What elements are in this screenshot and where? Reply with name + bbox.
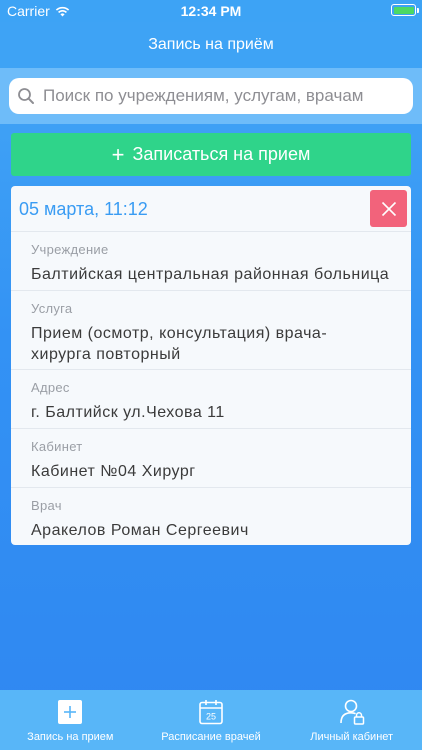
field-value: Балтийская центральная районная больница [31, 266, 390, 283]
field-label: Адрес [31, 380, 70, 395]
status-bar: Carrier 12:34 PM [0, 0, 422, 22]
tab-personal-account[interactable]: Личный кабинет [281, 690, 422, 750]
user-lock-icon [339, 699, 364, 725]
tab-bar: Запись на прием 25 Расписание врачей Лич… [0, 690, 422, 750]
page-title: Запись на приём [148, 36, 274, 53]
field-label: Услуга [31, 301, 73, 316]
plus-icon: + [111, 141, 125, 167]
appointment-date: 05 марта, 11:12 [19, 199, 148, 219]
field-value: Прием (осмотр, консультация) врача-хирур… [31, 325, 328, 363]
status-time: 12:34 PM [180, 3, 242, 19]
search-icon [18, 88, 34, 104]
field-address: Адрес г. Балтийск ул.Чехова 11 [11, 370, 411, 429]
search-field[interactable] [9, 78, 413, 114]
appointment-card: 05 марта, 11:12 Учреждение Балтийская це… [11, 186, 411, 545]
battery-icon [391, 4, 419, 16]
field-doctor: Врач Аракелов Роман Сергеевич [11, 488, 411, 545]
field-service: Услуга Прием (осмотр, консультация) врач… [11, 291, 411, 370]
tab-label: Личный кабинет [310, 731, 394, 743]
field-value: Кабинет №04 Хирург [31, 463, 196, 480]
field-value: г. Балтийск ул.Чехова 11 [31, 404, 225, 421]
search-bar [0, 68, 422, 124]
field-institution: Учреждение Балтийская центральная районн… [11, 232, 411, 291]
tab-label: Расписание врачей [161, 731, 261, 743]
book-appointment-button[interactable]: + Записаться на прием [11, 133, 411, 176]
field-label: Учреждение [31, 242, 109, 257]
nav-bar: Запись на приём [0, 22, 422, 68]
calendar-day-text: 25 [206, 712, 216, 722]
field-cabinet: Кабинет Кабинет №04 Хирург [11, 429, 411, 488]
plus-square-icon [58, 700, 83, 724]
tab-label: Запись на прием [27, 731, 114, 743]
tab-doctor-schedule[interactable]: 25 Расписание врачей [141, 690, 282, 750]
close-icon [381, 201, 396, 216]
appointment-header: 05 марта, 11:12 [11, 186, 411, 232]
field-label: Кабинет [31, 439, 83, 454]
field-label: Врач [31, 498, 62, 513]
field-value: Аракелов Роман Сергеевич [31, 522, 249, 539]
search-input[interactable] [43, 86, 403, 106]
tab-appointment[interactable]: Запись на прием [0, 690, 141, 750]
cancel-appointment-button[interactable] [370, 190, 407, 227]
book-appointment-label: Записаться на прием [132, 144, 311, 164]
calendar-icon: 25 [199, 700, 223, 725]
battery-indicator [391, 4, 419, 16]
